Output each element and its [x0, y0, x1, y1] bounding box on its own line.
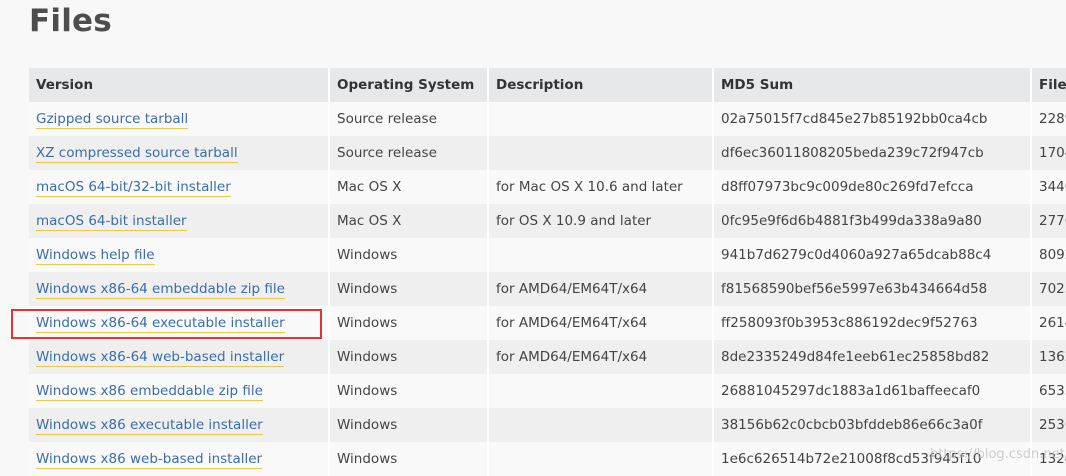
version-cell: Windows x86-64 executable installer: [29, 306, 330, 340]
table-row: Windows x86 web-based installer Windows …: [29, 442, 1066, 476]
md5-cell: df6ec36011808205beda239c72f947cb: [713, 136, 1032, 170]
os-cell: Mac OS X: [329, 170, 489, 204]
table-row: Windows x86 embeddable zip file Windows …: [29, 374, 1066, 408]
os-cell: Mac OS X: [329, 204, 489, 238]
download-link-macos-64-installer[interactable]: macOS 64-bit installer: [36, 213, 187, 231]
description-cell: for AMD64/EM64T/x64: [488, 340, 714, 374]
download-link-windows-help-file[interactable]: Windows help file: [36, 247, 155, 265]
header-operating-system: Operating System: [329, 68, 489, 102]
os-cell: Windows: [329, 374, 489, 408]
description-cell: for OS X 10.9 and later: [488, 204, 714, 238]
os-cell: Windows: [329, 272, 489, 306]
description-cell: for AMD64/EM64T/x64: [488, 272, 714, 306]
os-cell: Windows: [329, 408, 489, 442]
download-link-gzipped-source-tarball[interactable]: Gzipped source tarball: [36, 111, 189, 129]
download-link-win-x86-64-executable-installer[interactable]: Windows x86-64 executable installer: [36, 315, 285, 333]
description-cell: [488, 408, 714, 442]
table-row: Windows x86-64 web-based installer Windo…: [29, 340, 1066, 374]
md5-cell: f81568590bef56e5997e63b434664d58: [713, 272, 1032, 306]
md5-cell: 0fc95e9f6d6b4881f3b499da338a9a80: [713, 204, 1032, 238]
table-row: Windows x86 executable installer Windows…: [29, 408, 1066, 442]
size-cell: 1324632: [1031, 442, 1066, 476]
files-page: Files Version Operating System Descripti…: [0, 0, 1066, 476]
version-cell: macOS 64-bit/32-bit installer: [29, 170, 330, 204]
description-cell: for AMD64/EM64T/x64: [488, 306, 714, 340]
table-row: macOS 64-bit/32-bit installer Mac OS X f…: [29, 170, 1066, 204]
md5-cell: ff258093f0b3953c886192dec9f52763: [713, 306, 1032, 340]
size-cell: 6533256: [1031, 374, 1066, 408]
page-title: Files: [29, 3, 112, 39]
size-cell: 26140976: [1031, 306, 1066, 340]
os-cell: Windows: [329, 442, 489, 476]
os-cell: Source release: [329, 102, 489, 136]
size-cell: 1362888: [1031, 340, 1066, 374]
md5-cell: d8ff07973bc9c009de80c269fd7efcca: [713, 170, 1032, 204]
md5-cell: 26881045297dc1883a1d61baffeecaf0: [713, 374, 1032, 408]
table-row: Windows x86-64 embeddable zip file Windo…: [29, 272, 1066, 306]
files-table: Version Operating System Description MD5…: [29, 68, 1066, 476]
header-file-size: File Size: [1031, 68, 1066, 102]
version-cell: Gzipped source tarball: [29, 102, 330, 136]
md5-cell: 941b7d6279c0d4060a927a65dcab88c4: [713, 238, 1032, 272]
header-md5-sum: MD5 Sum: [713, 68, 1032, 102]
size-cell: 22897802: [1031, 102, 1066, 136]
download-link-xz-source-tarball[interactable]: XZ compressed source tarball: [36, 145, 238, 163]
download-link-win-x86-web-installer[interactable]: Windows x86 web-based installer: [36, 451, 263, 469]
table-header-row: Version Operating System Description MD5…: [29, 68, 1066, 102]
header-version: Version: [29, 68, 330, 102]
description-cell: [488, 374, 714, 408]
description-cell: [488, 238, 714, 272]
version-cell: Windows x86 executable installer: [29, 408, 330, 442]
md5-cell: 1e6c626514b72e21008f8cd53f945f10: [713, 442, 1032, 476]
download-link-win-x86-embeddable-zip[interactable]: Windows x86 embeddable zip file: [36, 383, 263, 401]
os-cell: Windows: [329, 306, 489, 340]
version-cell: macOS 64-bit installer: [29, 204, 330, 238]
table-row: Gzipped source tarball Source release 02…: [29, 102, 1066, 136]
size-cell: 27766090: [1031, 204, 1066, 238]
md5-cell: 8de2335249d84fe1eeb61ec25858bd82: [713, 340, 1032, 374]
header-description: Description: [488, 68, 714, 102]
description-cell: [488, 102, 714, 136]
os-cell: Source release: [329, 136, 489, 170]
download-link-win-x86-executable-installer[interactable]: Windows x86 executable installer: [36, 417, 263, 435]
version-cell: Windows x86 web-based installer: [29, 442, 330, 476]
os-cell: Windows: [329, 238, 489, 272]
size-cell: 8092167: [1031, 238, 1066, 272]
size-cell: 17042320: [1031, 136, 1066, 170]
download-link-win-x86-64-web-installer[interactable]: Windows x86-64 web-based installer: [36, 349, 285, 367]
size-cell: 7025085: [1031, 272, 1066, 306]
description-cell: for Mac OS X 10.6 and later: [488, 170, 714, 204]
version-cell: Windows help file: [29, 238, 330, 272]
md5-cell: 02a75015f7cd845e27b85192bb0ca4cb: [713, 102, 1032, 136]
description-cell: [488, 136, 714, 170]
description-cell: [488, 442, 714, 476]
os-cell: Windows: [329, 340, 489, 374]
version-cell: Windows x86-64 web-based installer: [29, 340, 330, 374]
table-row: macOS 64-bit installer Mac OS X for OS X…: [29, 204, 1066, 238]
table-row: XZ compressed source tarball Source rele…: [29, 136, 1066, 170]
size-cell: 25365744: [1031, 408, 1066, 442]
version-cell: Windows x86 embeddable zip file: [29, 374, 330, 408]
download-link-win-x86-64-embeddable-zip[interactable]: Windows x86-64 embeddable zip file: [36, 281, 285, 299]
download-link-macos-64-32-installer[interactable]: macOS 64-bit/32-bit installer: [36, 179, 231, 197]
version-cell: Windows x86-64 embeddable zip file: [29, 272, 330, 306]
size-cell: 34404439: [1031, 170, 1066, 204]
md5-cell: 38156b62c0cbcb03bfddeb86e66c3a0f: [713, 408, 1032, 442]
table-row: Windows x86-64 executable installer Wind…: [29, 306, 1066, 340]
table-row: Windows help file Windows 941b7d6279c0d4…: [29, 238, 1066, 272]
version-cell: XZ compressed source tarball: [29, 136, 330, 170]
